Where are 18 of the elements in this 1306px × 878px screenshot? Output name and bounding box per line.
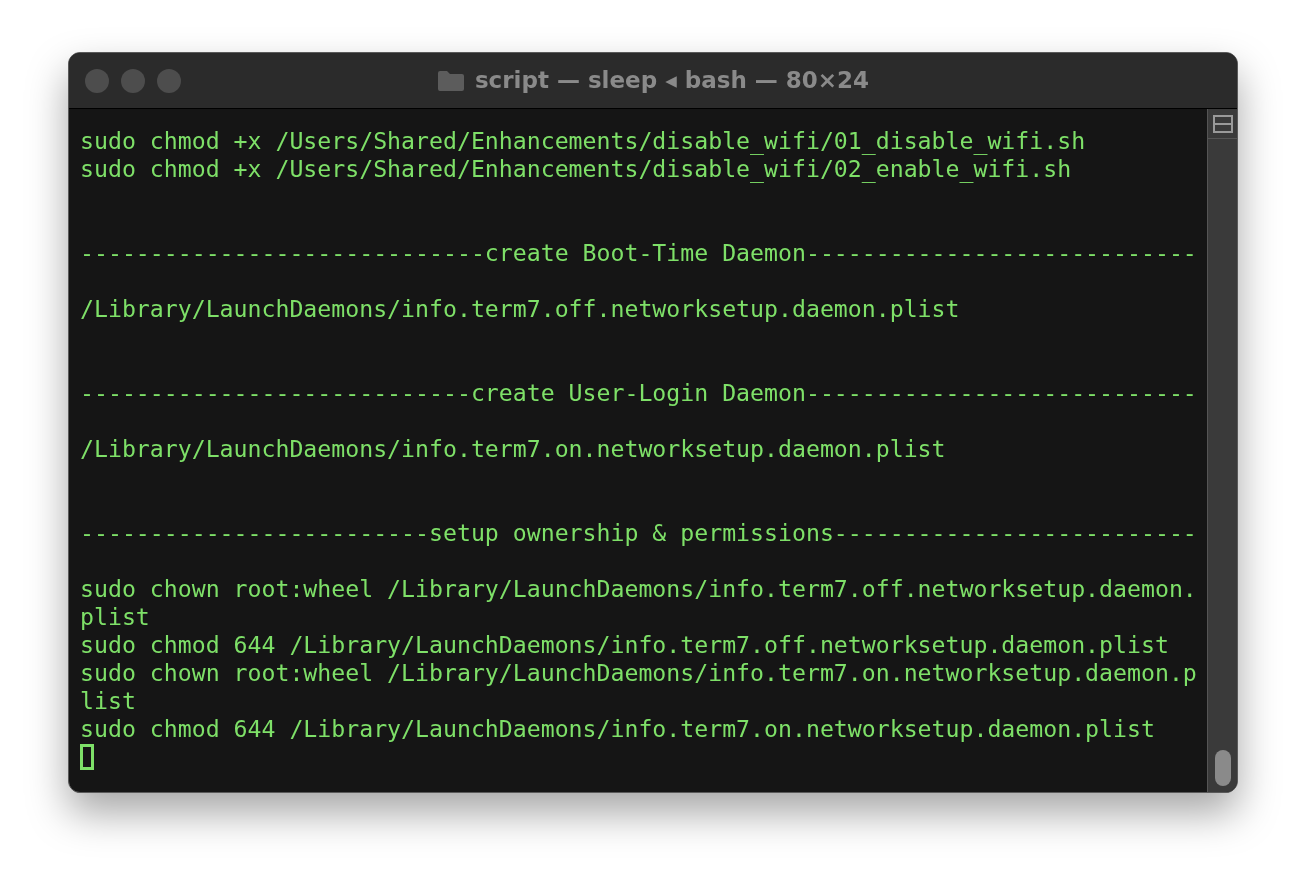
- output-line: sudo chmod 644 /Library/LaunchDaemons/info.term7.on.networksetup.daemon.plist: [80, 715, 1155, 743]
- scroll-thumb[interactable]: [1214, 750, 1231, 786]
- output-line: sudo chown root:wheel /Library/LaunchDaemons/info.term7.on.networksetup.daemon.p: [80, 659, 1197, 687]
- section-heading: -------------------------setup ownership & permissions--------------------------: [80, 519, 1197, 547]
- section-heading: ----------------------------create User-Login Daemon----------------------------: [80, 379, 1197, 407]
- output-line: /Library/LaunchDaemons/info.term7.off.networksetup.daemon.plist: [80, 295, 960, 323]
- output-line: sudo chown root:wheel /Library/LaunchDaemons/info.term7.off.networksetup.daemon.: [80, 575, 1197, 603]
- output-line: /Library/LaunchDaemons/info.term7.on.networksetup.daemon.plist: [80, 435, 946, 463]
- window-title: script — sleep ◂ bash — 80×24: [474, 66, 870, 96]
- split-pane-icon: [1212, 114, 1233, 133]
- section-heading: -----------------------------create Boot-Time Daemon----------------------------: [80, 239, 1197, 267]
- output-line: sudo chmod +x /Users/Shared/Enhancements/disable_wifi/02_enable_wifi.sh: [80, 155, 1072, 183]
- folder-icon: [436, 69, 465, 92]
- output-line: sudo chmod 644 /Library/LaunchDaemons/info.term7.off.networksetup.daemon.plist: [80, 631, 1169, 659]
- output-line: list: [80, 687, 136, 715]
- output-line: sudo chmod +x /Users/Shared/Enhancements/disable_wifi/01_disable_wifi.sh: [80, 127, 1086, 155]
- output-line: plist: [80, 603, 150, 631]
- scrollbar[interactable]: [1207, 109, 1237, 792]
